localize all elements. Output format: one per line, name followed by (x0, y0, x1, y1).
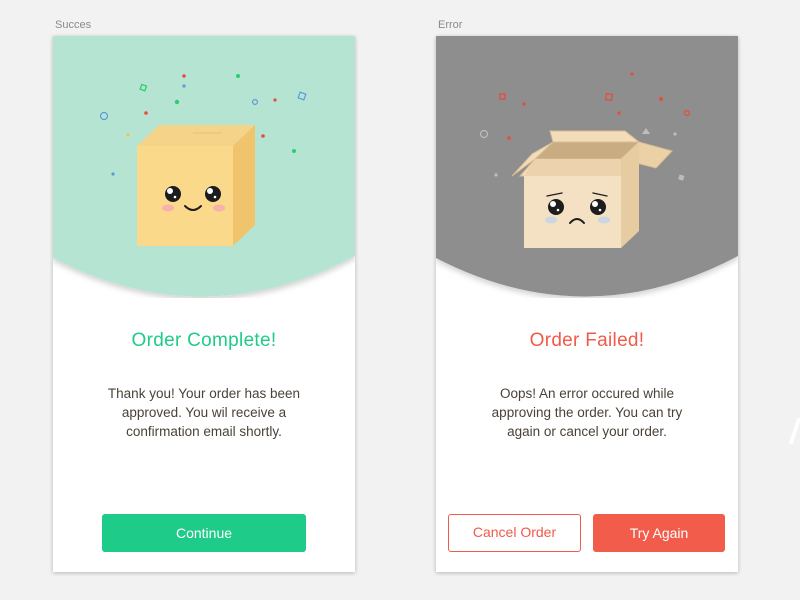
success-header (53, 36, 355, 298)
success-message-line: confirmation email shortly. (126, 424, 282, 439)
artboard-label-success: Succes (55, 19, 92, 31)
error-title: Order Failed! (529, 330, 645, 351)
success-message-line: approved. You wil receive a (121, 405, 287, 420)
error-card: Order Failed! Oops! An error occured whi… (436, 36, 738, 572)
success-card: Order Complete! Thank you! Your order ha… (53, 36, 355, 572)
error-header (436, 36, 738, 298)
error-message: Oops! An error occured while approving t… (472, 384, 702, 441)
error-message-line: approving the order. You can try (491, 405, 683, 420)
error-message-line: again or cancel your order. (507, 424, 667, 439)
sad-open-box-illustration (436, 36, 738, 297)
success-message-line: Thank you! Your order has been (107, 386, 301, 401)
cancel-order-button[interactable]: Cancel Order (448, 514, 581, 552)
edge-mark (788, 418, 800, 444)
success-title: Order Complete! (131, 330, 277, 351)
happy-box-illustration (53, 36, 355, 297)
artboard-label-error: Error (438, 19, 463, 31)
try-again-button[interactable]: Try Again (593, 514, 725, 552)
error-message-line: Oops! An error occured while (499, 386, 675, 401)
continue-button[interactable]: Continue (102, 514, 306, 552)
success-message: Thank you! Your order has been approved.… (89, 384, 319, 441)
